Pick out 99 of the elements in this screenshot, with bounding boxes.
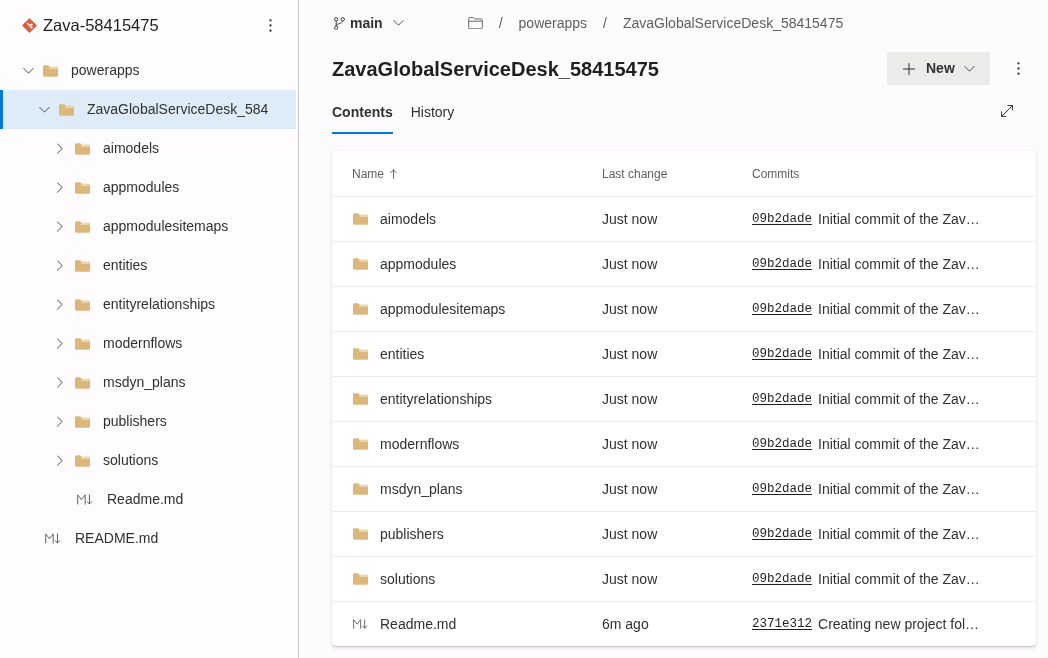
commit-message: Initial commit of the Zav… bbox=[818, 389, 980, 409]
folder-icon bbox=[353, 303, 368, 315]
folder-icon bbox=[75, 181, 90, 194]
item-name[interactable]: Readme.md bbox=[380, 613, 457, 635]
breadcrumb-link[interactable]: powerapps bbox=[518, 12, 588, 34]
page-title: ZavaGlobalServiceDesk_58415475 bbox=[332, 56, 660, 82]
folder-icon bbox=[75, 220, 90, 233]
breadcrumb-separator: / bbox=[498, 13, 503, 33]
tree-item[interactable]: solutions bbox=[0, 441, 296, 480]
commit-message: Creating new project fol… bbox=[818, 614, 980, 634]
commit-link[interactable]: 09b2dade bbox=[752, 344, 812, 364]
commit-message: Initial commit of the Zav… bbox=[818, 254, 980, 274]
folder-icon bbox=[353, 393, 368, 405]
item-name[interactable]: modernflows bbox=[380, 433, 460, 455]
commit-link[interactable]: 09b2dade bbox=[752, 254, 812, 274]
column-header[interactable]: Last change bbox=[602, 164, 668, 183]
item-name[interactable]: entities bbox=[380, 343, 425, 365]
last-change-time: Just now bbox=[602, 569, 658, 589]
folder-icon bbox=[353, 258, 368, 270]
folder-icon bbox=[59, 103, 74, 116]
tree-item[interactable]: README.md bbox=[0, 519, 296, 558]
chevron-down-icon bbox=[392, 20, 404, 26]
breadcrumb-link[interactable]: ZavaGlobalServiceDesk_58415475 bbox=[622, 12, 844, 34]
column-header[interactable]: Commits bbox=[752, 164, 800, 183]
tree-item[interactable]: Readme.md bbox=[0, 480, 296, 519]
item-name[interactable]: publishers bbox=[380, 523, 444, 545]
last-change-time: Just now bbox=[602, 254, 658, 274]
folder-icon bbox=[353, 348, 368, 360]
markdown-icon bbox=[45, 533, 61, 544]
folder-icon bbox=[75, 376, 90, 389]
branch-selector[interactable]: main bbox=[334, 12, 404, 34]
tree-item[interactable]: entities bbox=[0, 246, 296, 285]
commit-link[interactable]: 09b2dade bbox=[752, 524, 812, 544]
repo-name: Zava-58415475 bbox=[43, 15, 160, 37]
commit-link[interactable]: 09b2dade bbox=[752, 479, 812, 499]
folder-icon bbox=[43, 64, 58, 77]
markdown-icon bbox=[353, 619, 368, 629]
commit-link[interactable]: 09b2dade bbox=[752, 434, 812, 454]
new-button[interactable]: New bbox=[887, 52, 990, 85]
last-change-time: Just now bbox=[602, 209, 658, 229]
column-header[interactable]: Name bbox=[352, 164, 397, 183]
tree-item[interactable]: msdyn_plans bbox=[0, 363, 296, 402]
last-change-time: Just now bbox=[602, 434, 658, 454]
commit-link[interactable]: 09b2dade bbox=[752, 209, 812, 229]
folder-icon bbox=[75, 454, 90, 467]
folder-icon bbox=[353, 528, 368, 540]
folder-icon bbox=[353, 573, 368, 585]
folder-outline-icon bbox=[467, 17, 483, 29]
folder-icon bbox=[353, 483, 368, 495]
last-change-time: Just now bbox=[602, 344, 658, 364]
item-name[interactable]: solutions bbox=[380, 568, 436, 590]
tree-item[interactable]: powerapps bbox=[0, 51, 296, 90]
commit-link[interactable]: 2371e312 bbox=[752, 614, 812, 634]
item-name[interactable]: aimodels bbox=[380, 208, 437, 230]
last-change-time: Just now bbox=[602, 299, 658, 319]
commit-link[interactable]: 09b2dade bbox=[752, 299, 812, 319]
tree-item[interactable]: appmodulesitemaps bbox=[0, 207, 296, 246]
last-change-time: Just now bbox=[602, 389, 658, 409]
repo-icon bbox=[22, 18, 37, 33]
commit-link[interactable]: 09b2dade bbox=[752, 389, 812, 409]
last-change-time: 6m ago bbox=[602, 614, 649, 634]
last-change-time: Just now bbox=[602, 479, 658, 499]
commit-message: Initial commit of the Zav… bbox=[818, 524, 980, 544]
tree-item[interactable]: modernflows bbox=[0, 324, 296, 363]
folder-icon bbox=[75, 142, 90, 155]
tree-item[interactable]: entityrelationships bbox=[0, 285, 296, 324]
commit-message: Initial commit of the Zav… bbox=[818, 434, 980, 454]
commit-message: Initial commit of the Zav… bbox=[818, 344, 980, 364]
item-name[interactable]: appmodules bbox=[380, 253, 457, 275]
folder-icon bbox=[353, 438, 368, 450]
item-name[interactable]: msdyn_plans bbox=[380, 478, 463, 500]
chevron-down-icon bbox=[963, 65, 975, 72]
markdown-icon bbox=[77, 494, 93, 505]
commit-message: Initial commit of the Zav… bbox=[818, 299, 980, 319]
diagonal-arrows-icon bbox=[1001, 105, 1013, 117]
tree-item[interactable]: aimodels bbox=[0, 129, 296, 168]
commit-message: Initial commit of the Zav… bbox=[818, 569, 980, 589]
breadcrumb-separator: / bbox=[603, 13, 607, 33]
tab[interactable]: Contents bbox=[332, 95, 393, 134]
folder-icon bbox=[75, 259, 90, 272]
folder-icon bbox=[75, 415, 90, 428]
tree-item[interactable]: appmodules bbox=[0, 168, 296, 207]
item-name[interactable]: appmodulesitemaps bbox=[380, 298, 506, 320]
last-change-time: Just now bbox=[602, 524, 658, 544]
item-name[interactable]: entityrelationships bbox=[380, 388, 493, 410]
commit-link[interactable]: 09b2dade bbox=[752, 569, 812, 589]
folder-icon bbox=[75, 298, 90, 311]
tree-item[interactable]: publishers bbox=[0, 402, 296, 441]
commit-message: Initial commit of the Zav… bbox=[818, 209, 980, 229]
more-options-icon bbox=[1016, 62, 1020, 75]
folder-icon bbox=[353, 213, 368, 225]
git-branch-icon bbox=[334, 16, 345, 30]
folder-icon bbox=[75, 337, 90, 350]
tab[interactable]: History bbox=[410, 95, 455, 134]
plus-icon bbox=[903, 62, 915, 75]
more-options-icon bbox=[268, 19, 272, 32]
commit-message: Initial commit of the Zav… bbox=[818, 479, 980, 499]
tree-item[interactable]: ZavaGlobalServiceDesk_584 bbox=[0, 90, 296, 129]
fullscreen-button[interactable] bbox=[1001, 105, 1013, 117]
